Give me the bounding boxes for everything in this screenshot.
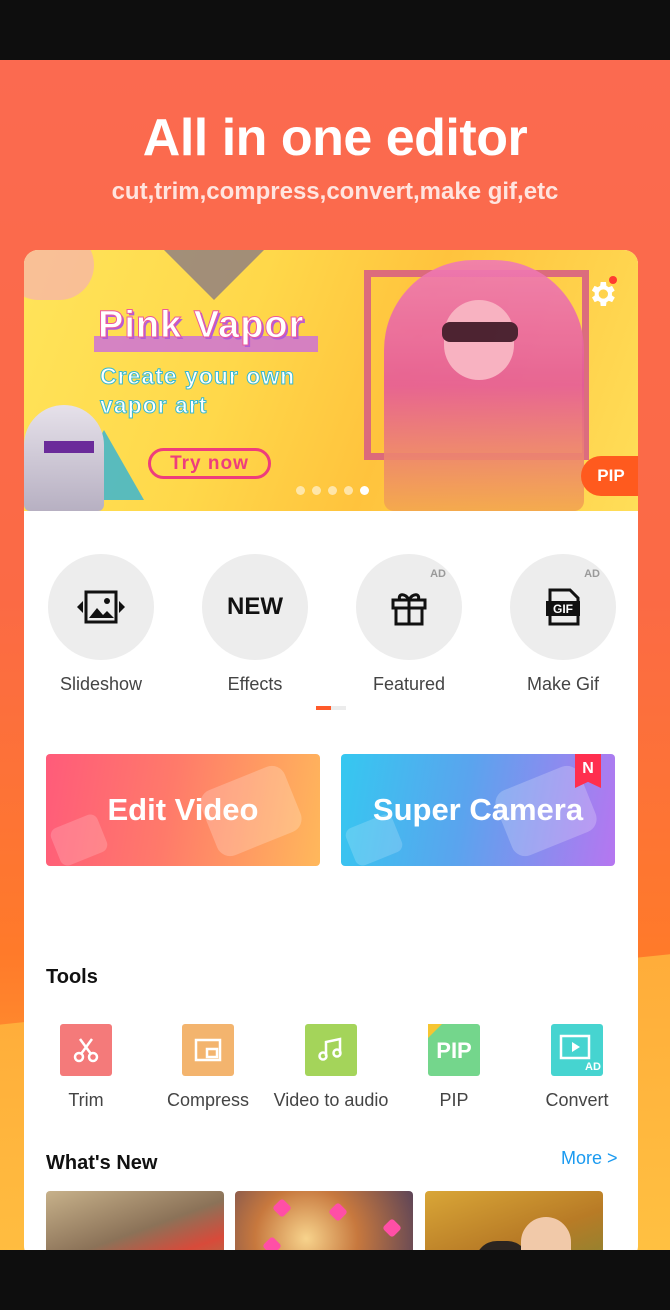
tool-compress[interactable]: Compress xyxy=(146,1024,270,1111)
carousel-dot xyxy=(328,486,337,495)
svg-text:PIP: PIP xyxy=(436,1038,471,1063)
whats-new-thumbnail[interactable] xyxy=(425,1191,603,1250)
tool-convert[interactable]: AD Convert xyxy=(515,1024,638,1111)
quick-actions: Slideshow NEW Effects AD Featured AD GIF… xyxy=(24,554,638,694)
tools-title: Tools xyxy=(46,966,98,988)
edit-video-button[interactable]: Edit Video xyxy=(46,754,320,866)
banner-decor-triangle xyxy=(154,250,274,300)
scissors-icon xyxy=(73,1038,99,1063)
carousel-dot xyxy=(312,486,321,495)
main-card: Pink Vapor Create your own vapor art Try… xyxy=(24,250,638,1250)
image-slideshow-icon xyxy=(77,590,125,624)
banner-model-image xyxy=(384,260,584,511)
app-screen: All in one editor cut,trim,compress,conv… xyxy=(0,60,670,1250)
ad-badge: AD xyxy=(430,568,446,580)
whats-new-thumbnail[interactable] xyxy=(46,1191,224,1250)
banner-decor-blob xyxy=(24,250,94,300)
quick-make-gif[interactable]: AD GIF Make Gif xyxy=(510,554,616,695)
quick-effects-label: Effects xyxy=(227,674,283,694)
hero-title: All in one editor xyxy=(142,109,528,167)
quick-slideshow-label: Slideshow xyxy=(59,674,143,694)
new-effects-icon: NEW xyxy=(227,593,283,620)
carousel-dot-active xyxy=(360,486,369,495)
compress-icon xyxy=(194,1038,222,1062)
carousel-dot xyxy=(296,486,305,495)
ad-badge: AD xyxy=(584,568,600,580)
new-badge: N xyxy=(575,754,601,788)
tool-video-to-audio[interactable]: Video to audio xyxy=(269,1024,393,1111)
promo-banner[interactable]: Pink Vapor Create your own vapor art Try… xyxy=(24,250,638,511)
super-camera-label: Super Camera xyxy=(372,792,584,827)
quick-featured[interactable]: AD Featured xyxy=(356,554,462,695)
quick-actions-pager xyxy=(316,706,348,710)
svg-text:AD: AD xyxy=(585,1061,601,1073)
pip-tab[interactable]: PIP xyxy=(581,456,638,496)
carousel-indicator xyxy=(296,486,369,495)
quick-slideshow[interactable]: Slideshow xyxy=(48,554,154,695)
notification-dot xyxy=(609,276,617,284)
whats-new-thumbnail[interactable] xyxy=(235,1191,413,1250)
try-now-button[interactable]: Try now xyxy=(148,448,271,479)
hero-subtitle: cut,trim,compress,convert,make gif,etc xyxy=(111,178,559,205)
quick-effects[interactable]: NEW Effects xyxy=(202,554,308,695)
carousel-dot xyxy=(344,486,353,495)
tool-compress-label: Compress xyxy=(166,1090,250,1110)
tool-pip[interactable]: PIP PIP xyxy=(392,1024,516,1111)
pip-icon: PIP xyxy=(428,1024,472,1063)
convert-icon: AD xyxy=(559,1034,601,1073)
more-link[interactable]: More > xyxy=(561,1148,618,1169)
edit-video-label: Edit Video xyxy=(107,792,259,827)
gif-icon: GIF xyxy=(546,588,580,626)
tools-row: Trim Compress Video to audio PIP PIP AD … xyxy=(24,1024,638,1124)
navigation-bar xyxy=(0,1250,670,1310)
quick-make-gif-label: Make Gif xyxy=(526,674,600,694)
whats-new-list xyxy=(46,1191,626,1250)
tool-trim[interactable]: Trim xyxy=(24,1024,148,1111)
status-bar xyxy=(0,0,670,60)
tool-convert-label: Convert xyxy=(545,1090,609,1110)
whats-new-title: What's New xyxy=(46,1152,158,1174)
gift-icon xyxy=(391,593,427,626)
music-icon xyxy=(318,1037,342,1061)
banner-statue-image xyxy=(24,405,104,511)
svg-text:GIF: GIF xyxy=(553,602,573,616)
banner-title: Pink Vapor xyxy=(97,304,305,347)
banner-subtitle: Create your own vapor art xyxy=(100,363,296,419)
quick-featured-label: Featured xyxy=(372,674,446,694)
super-camera-button[interactable]: N Super Camera xyxy=(341,754,615,866)
tool-trim-label: Trim xyxy=(68,1090,104,1110)
tool-pip-label: PIP xyxy=(439,1090,469,1110)
tool-video-to-audio-label: Video to audio xyxy=(273,1090,389,1110)
